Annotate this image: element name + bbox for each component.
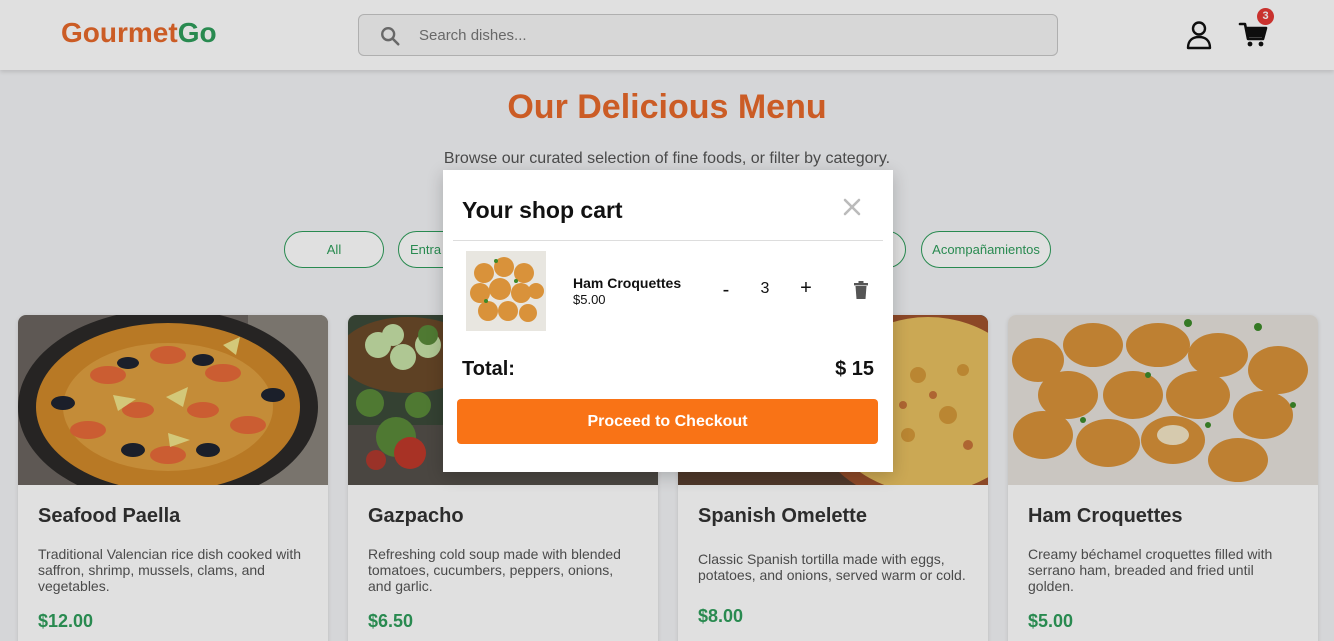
cart-item-price: $5.00 (573, 292, 606, 307)
total-label: Total: (462, 358, 515, 380)
trash-icon[interactable] (853, 281, 869, 299)
proceed-to-checkout-button[interactable]: Proceed to Checkout (457, 399, 878, 444)
cart-item-name: Ham Croquettes (573, 275, 682, 291)
increase-quantity-button[interactable]: + (797, 276, 815, 300)
cart-modal-title: Your shop cart (462, 197, 623, 223)
cart-item-image (466, 251, 546, 331)
cart-modal: Your shop cart Ham Croquettes $5.00 - 3 … (443, 170, 893, 472)
modal-divider (453, 240, 883, 241)
close-icon[interactable] (841, 196, 863, 218)
total-value: $ 15 (835, 358, 874, 380)
decrease-quantity-button[interactable]: - (718, 278, 734, 302)
cart-item-quantity: 3 (760, 280, 770, 297)
